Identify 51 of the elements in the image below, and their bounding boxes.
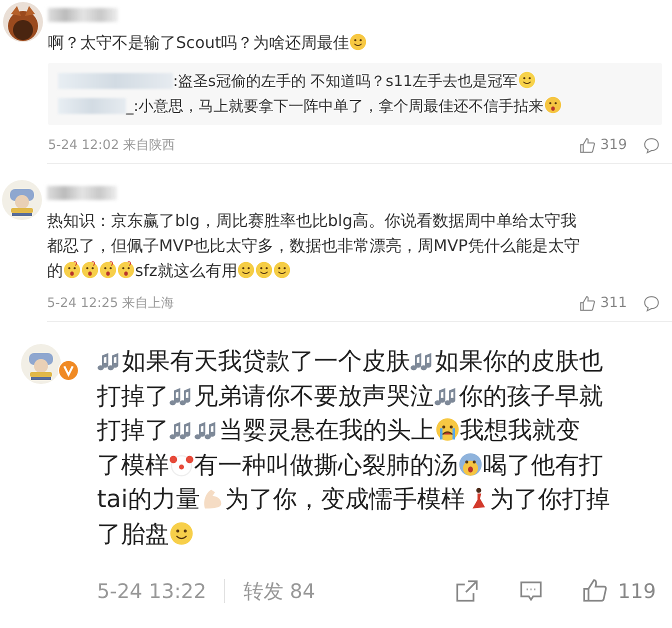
emoji-icon	[435, 417, 460, 442]
comment-text: 热知识：京东赢了blg，周比赛胜率也比blg高。你说看数据周中单给太守我	[47, 211, 577, 230]
thumbs-up-icon	[582, 578, 608, 604]
reply-text: _:小意思，马上就要拿下一阵中单了，拿个周最佳还不信手拈来	[126, 97, 544, 115]
thumbs-up-icon	[579, 136, 596, 154]
emoji-icon	[63, 261, 81, 279]
comment-icon[interactable]	[643, 136, 660, 154]
comment-text: 啊？太守不是输了Scout吗？为啥还周最佳	[48, 33, 350, 52]
comment-text: 为了你打掉	[490, 485, 610, 513]
comment-text: 如果有天我贷款了一个皮肤	[122, 347, 410, 375]
comment-text: 的	[47, 261, 63, 280]
emoji-icon	[169, 520, 194, 546]
emoji-icon	[273, 261, 292, 279]
emoji-icon	[81, 261, 99, 279]
emoji-icon	[349, 33, 368, 51]
comment-time: 5-24 13:22	[97, 579, 206, 603]
emoji-icon	[237, 261, 256, 279]
like-button[interactable]: 311	[579, 294, 627, 312]
thumbs-up-icon	[579, 294, 596, 312]
comment-text: 都忍了，但佩子MVP也比太守多，数据也非常漂亮，周MVP凭什么能是太守	[47, 236, 580, 255]
reply-text: :盗圣s冠偷的左手的 不知道吗？s11左手去也是冠军	[173, 72, 518, 90]
like-button[interactable]: 319	[579, 136, 627, 154]
comment-text: 我想我就变	[460, 416, 580, 444]
comment-text: 了模样	[97, 450, 169, 478]
comment-text: 打掉了	[97, 416, 169, 444]
comment-icon[interactable]	[643, 294, 660, 312]
comment-text: 打掉了	[97, 382, 169, 410]
comment-meta: 5-24 12:25 来自上海	[47, 295, 174, 312]
emoji-icon	[518, 71, 536, 89]
comment-text: 有一种叫做撕心裂肺的汤	[194, 450, 458, 478]
comment-text: sfz就这么有用	[135, 261, 238, 280]
blurred-name	[58, 98, 126, 114]
comment-text: 为了你，变成懦手模样	[224, 485, 465, 513]
blurred-name	[48, 8, 118, 22]
blurred-name	[47, 186, 117, 200]
comment-text: 当婴灵悬在我的头上	[219, 416, 435, 444]
emoji-icon	[99, 261, 117, 279]
emoji-icon	[458, 452, 483, 476]
comment-text: 兄弟请你不要放声哭泣	[194, 382, 434, 410]
forward-button[interactable]: 转发 84	[243, 578, 316, 604]
emoji-icon	[117, 261, 135, 279]
comment-text: 你的孩子早就	[459, 382, 603, 410]
emoji-icon	[544, 96, 562, 114]
emoji-icon	[255, 261, 274, 279]
comment-meta: 5-24 12:02 来自陕西	[48, 137, 176, 154]
share-icon[interactable]	[454, 578, 480, 604]
like-button[interactable]: 119	[544, 578, 656, 604]
comment-text: 如果你的皮肤也	[435, 347, 603, 375]
comment-text: 喝了他有打	[483, 450, 603, 478]
comment-text: 了胎盘	[97, 520, 169, 548]
comment-text: tai的力量	[97, 485, 200, 513]
